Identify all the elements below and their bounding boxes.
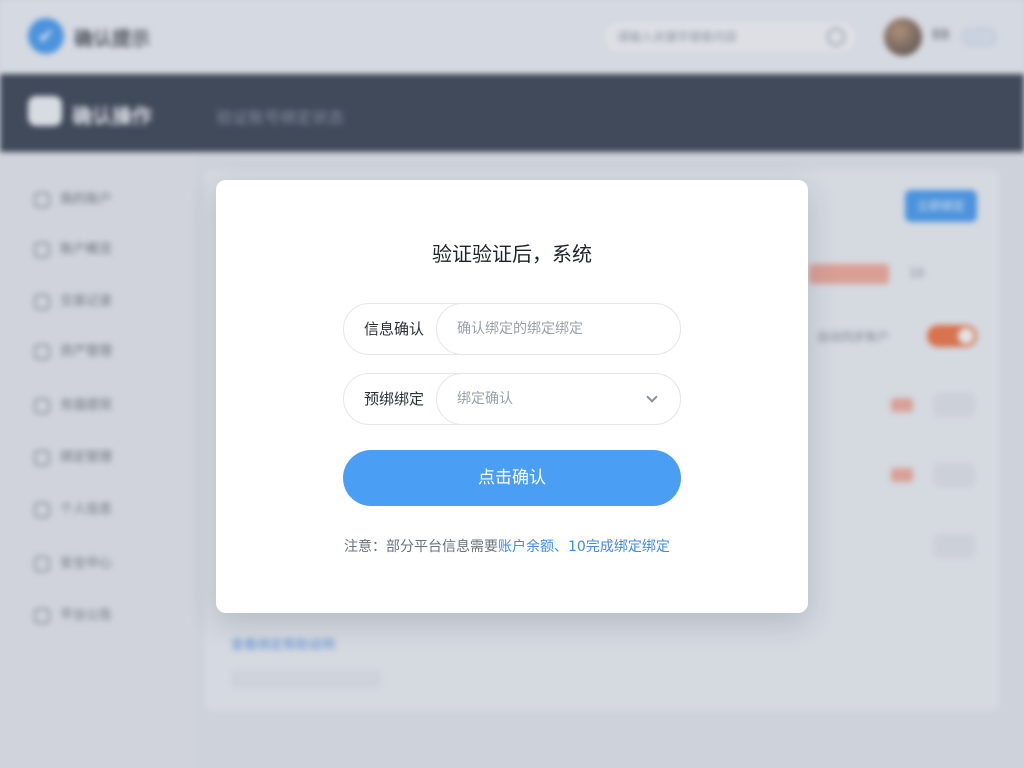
- confirm-dialog: 验证验证后，系统 信息确认 确认绑定的绑定绑定 预绑绑定 绑定确认 点击确认 注…: [216, 180, 808, 613]
- info-confirm-field: 信息确认 确认绑定的绑定绑定: [343, 303, 681, 355]
- notice-link[interactable]: 账户余额、10完成绑定绑定: [498, 539, 670, 555]
- pre-bind-select[interactable]: 绑定确认: [436, 373, 681, 425]
- field-label: 预绑绑定: [364, 390, 425, 408]
- dialog-title: 验证验证后，系统: [432, 242, 592, 266]
- input-placeholder: 确认绑定的绑定绑定: [457, 321, 583, 337]
- select-placeholder: 绑定确认: [457, 391, 513, 407]
- field-label: 信息确认: [364, 320, 425, 338]
- chevron-down-icon[interactable]: [646, 391, 658, 403]
- notice-text: 注意：部分平台信息需要账户余额、10完成绑定绑定: [344, 536, 704, 556]
- notice-prefix: 注意：部分平台信息需要: [344, 539, 498, 555]
- pre-bind-field: 预绑绑定 绑定确认: [343, 373, 681, 425]
- confirm-button[interactable]: 点击确认: [343, 450, 681, 506]
- info-confirm-input[interactable]: 确认绑定的绑定绑定: [436, 303, 681, 355]
